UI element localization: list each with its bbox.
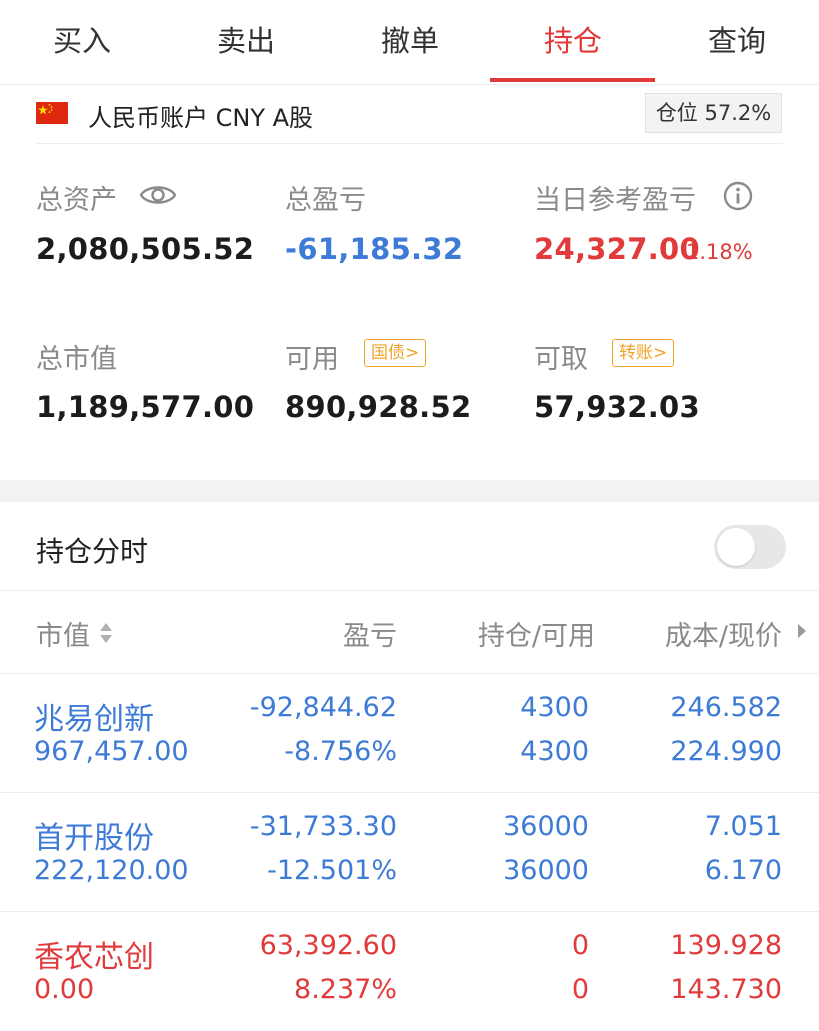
stock-holding: 36000 — [503, 811, 589, 842]
holding-row[interactable]: 首开股份 222,120.00 -31,733.30 -12.501% 36000 360… — [0, 793, 819, 912]
stock-market-value: 222,120.00 — [34, 855, 189, 886]
holding-row[interactable]: 香农芯创 0.00 63,392.60 8.237% 0 0 139.928 143.730 — [0, 912, 819, 1031]
position-ratio-badge: 仓位 57.2% — [645, 93, 782, 133]
stock-market-value: 0.00 — [34, 974, 95, 1005]
stock-holding: 4300 — [520, 692, 589, 723]
active-tab-indicator — [490, 78, 655, 82]
tab-sell[interactable]: 卖出 — [164, 0, 328, 84]
stock-price: 6.170 — [704, 855, 782, 886]
day-pl-value: 24,327.00 — [534, 232, 700, 266]
tab-holdings[interactable]: 持仓 — [491, 0, 655, 84]
transfer-link[interactable]: 转账> — [612, 339, 675, 367]
stock-profit-loss-percent: -12.501% — [267, 855, 397, 886]
total-assets-label: 总资产 — [36, 185, 117, 216]
stock-available: 36000 — [503, 855, 589, 886]
total-pl-label: 总盈亏 — [285, 185, 366, 216]
total-assets-value: 2,080,505.52 — [36, 232, 255, 266]
stock-price: 224.990 — [670, 736, 782, 767]
caret-right-icon[interactable] — [796, 622, 808, 640]
tab-query[interactable]: 查询 — [655, 0, 819, 84]
tab-cancel-order[interactable]: 撤单 — [328, 0, 492, 84]
stock-cost: 7.051 — [704, 811, 782, 842]
stock-name: 首开股份 — [34, 821, 154, 856]
market-value-value: 1,189,577.00 — [36, 390, 255, 424]
account-row: 人民币账户 CNY A股 仓位 57.2% — [0, 85, 819, 143]
stock-available: 0 — [571, 974, 589, 1005]
position-value: 57.2% — [704, 101, 772, 125]
stock-profit-loss-percent: -8.756% — [284, 736, 397, 767]
total-pl-value: -61,185.32 — [285, 232, 464, 266]
divider — [36, 143, 783, 144]
holding-timeshare-toggle[interactable] — [714, 525, 786, 569]
available-label: 可用 — [285, 344, 339, 375]
header-holding-available[interactable]: 持仓/可用 — [440, 614, 595, 653]
holding-row[interactable]: 兆易创新 967,457.00 -92,844.62 -8.756% 4300 4300 2… — [0, 674, 819, 793]
divider — [0, 590, 819, 591]
stock-profit-loss-percent: 8.237% — [294, 974, 397, 1005]
market-value-label: 总市值 — [36, 344, 117, 375]
toggle-knob — [717, 528, 755, 566]
stock-market-value: 967,457.00 — [34, 736, 189, 767]
info-icon[interactable] — [722, 180, 754, 212]
stock-profit-loss: -92,844.62 — [249, 692, 397, 723]
stock-holding: 0 — [571, 930, 589, 961]
day-pl-percent: 1.18% — [686, 240, 753, 264]
withdrawable-value: 57,932.03 — [534, 390, 700, 424]
china-flag-icon — [36, 102, 68, 124]
stock-name: 兆易创新 — [34, 702, 154, 737]
sort-icon[interactable] — [98, 620, 114, 646]
stock-cost: 246.582 — [670, 692, 782, 723]
account-name[interactable]: 人民币账户 CNY A股 — [88, 98, 313, 133]
stock-price: 143.730 — [670, 974, 782, 1005]
withdrawable-label: 可取 — [534, 344, 588, 375]
trade-tab-bar: 买入 卖出 撤单 持仓 查询 — [0, 0, 819, 85]
stock-available: 4300 — [520, 736, 589, 767]
position-label: 仓位 — [655, 101, 698, 125]
tab-buy[interactable]: 买入 — [0, 0, 164, 84]
header-profit-loss[interactable]: 盈亏 — [250, 614, 397, 653]
day-pl-label: 当日参考盈亏 — [534, 185, 696, 216]
stock-name: 香农芯创 — [34, 940, 154, 975]
header-market-value[interactable]: 市值 — [36, 614, 90, 653]
available-value: 890,928.52 — [285, 390, 472, 424]
stock-cost: 139.928 — [670, 930, 782, 961]
stock-profit-loss: -31,733.30 — [249, 811, 397, 842]
section-separator — [0, 480, 819, 502]
stock-profit-loss: 63,392.60 — [259, 930, 397, 961]
eye-icon[interactable] — [139, 180, 177, 210]
treasury-bond-link[interactable]: 国债> — [364, 339, 427, 367]
holding-timeshare-label: 持仓分时 — [36, 535, 149, 568]
header-cost-price[interactable]: 成本/现价 — [620, 614, 782, 653]
